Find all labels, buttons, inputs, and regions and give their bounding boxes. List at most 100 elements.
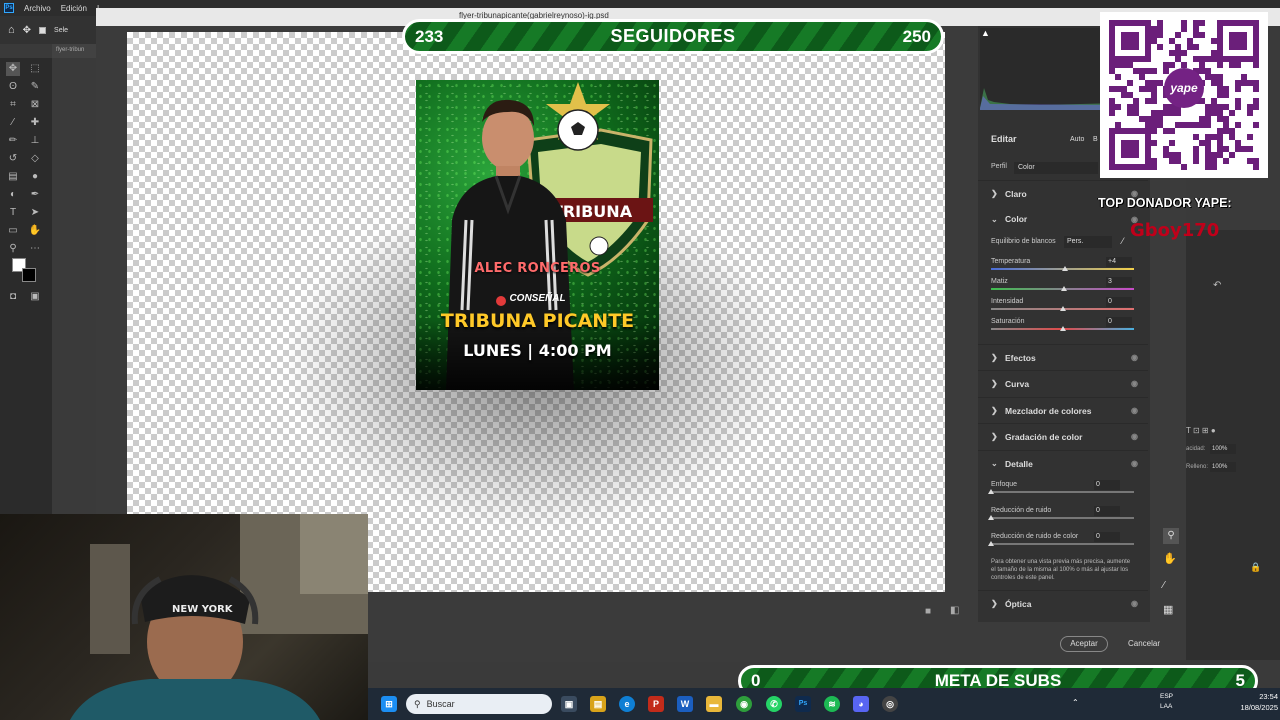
pdf-icon[interactable]: P xyxy=(648,696,664,712)
search-placeholder: Buscar xyxy=(426,699,455,709)
windows-start-icon[interactable]: ⊞ xyxy=(381,696,397,712)
grid-toggle-icon[interactable]: ▦ xyxy=(1163,603,1173,616)
slider-track[interactable] xyxy=(991,491,1134,493)
sampler-tool-icon[interactable]: ⁄ xyxy=(1163,580,1165,591)
slider-value-input[interactable]: 0 xyxy=(1094,480,1120,490)
taskbar-clock[interactable]: 23:54 18/08/2025 xyxy=(1222,691,1278,713)
path-select-icon[interactable]: ➤ xyxy=(28,206,42,220)
webcam-feed: NEW YORK xyxy=(0,514,368,720)
slider-value-input[interactable]: 0 xyxy=(1094,532,1120,542)
slider-thumb[interactable] xyxy=(988,489,994,494)
section-detalle[interactable]: ⌄ Detalle ◉ xyxy=(978,450,1148,476)
document-tab[interactable]: flyer-tribun xyxy=(52,44,100,58)
chrome-icon[interactable]: ◉ xyxy=(736,696,752,712)
profile-select[interactable]: Color xyxy=(1014,162,1098,174)
obs-icon[interactable]: ◎ xyxy=(882,696,898,712)
pen-icon[interactable]: ✒ xyxy=(28,188,42,202)
gradient-icon[interactable]: ▤ xyxy=(6,170,20,184)
white-balance-eyedropper-icon[interactable]: ⁄ xyxy=(1122,236,1124,246)
eye-icon[interactable]: ◉ xyxy=(1131,406,1138,415)
zoom-icon[interactable]: ⚲ xyxy=(6,242,20,256)
fill-value[interactable]: 100% xyxy=(1210,462,1236,472)
section-curva[interactable]: ❯ Curva ◉ xyxy=(978,370,1148,396)
eyedropper-icon[interactable]: ⁄ xyxy=(6,116,20,130)
cancel-button[interactable]: Cancelar xyxy=(1122,636,1166,652)
type-tool-icon[interactable]: T xyxy=(6,206,20,220)
healing-brush-icon[interactable]: ✚ xyxy=(28,116,42,130)
accept-button[interactable]: Aceptar xyxy=(1060,636,1108,652)
white-balance-select[interactable]: Pers. xyxy=(1064,236,1112,248)
slider-track[interactable] xyxy=(991,543,1134,545)
auto-button[interactable]: Auto xyxy=(1070,136,1084,143)
slider-track[interactable] xyxy=(991,517,1134,519)
slider-value-input[interactable]: 0 xyxy=(1106,317,1132,327)
history-icon[interactable]: ↶ xyxy=(1213,280,1221,291)
stamp-icon[interactable]: ⊥ xyxy=(28,134,42,148)
slider-thumb[interactable] xyxy=(1060,306,1066,311)
home-icon[interactable]: ⌂ xyxy=(8,24,15,36)
slider-value-input[interactable]: 0 xyxy=(1106,297,1132,307)
menu-archivo[interactable]: Archivo xyxy=(24,4,51,13)
slider-value-input[interactable]: 0 xyxy=(1094,506,1120,516)
spotify-icon[interactable]: ≋ xyxy=(824,696,840,712)
compare-view-icon[interactable]: ◧ xyxy=(950,605,959,616)
move-tool-icon[interactable]: ✥ xyxy=(6,62,20,76)
menu-edicion[interactable]: Edición xyxy=(61,4,87,13)
marquee-tool-icon[interactable]: ⬚ xyxy=(28,62,42,76)
taskbar-search[interactable]: ⚲ Buscar xyxy=(406,694,552,714)
chevron-right-icon: ❯ xyxy=(991,189,998,198)
hand-tool-icon[interactable]: ✋ xyxy=(1163,552,1177,565)
slider-thumb[interactable] xyxy=(1061,286,1067,291)
tray-chevron-icon[interactable]: ⌃ xyxy=(1072,698,1079,707)
magic-wand-icon[interactable]: ✎ xyxy=(28,80,42,94)
slider-value-input[interactable]: 3 xyxy=(1106,277,1132,287)
single-view-icon[interactable]: ■ xyxy=(925,606,931,617)
eye-icon[interactable]: ◉ xyxy=(1131,353,1138,362)
rectangle-icon[interactable]: ▭ xyxy=(6,224,20,238)
eye-icon[interactable]: ◉ xyxy=(1131,459,1138,468)
type-filter-icon[interactable]: T ⊡ ⊞ ● xyxy=(1186,426,1216,435)
slider-value-input[interactable]: +4 xyxy=(1106,257,1132,267)
folder-icon[interactable]: ▬ xyxy=(706,696,722,712)
lasso-tool-icon[interactable]: ʘ xyxy=(6,80,20,94)
section-gradacion[interactable]: ❯ Gradación de color ◉ xyxy=(978,423,1148,449)
slider-thumb[interactable] xyxy=(988,515,994,520)
task-view-icon[interactable]: ▣ xyxy=(561,696,577,712)
section-efectos[interactable]: ❯ Efectos ◉ xyxy=(978,344,1148,370)
screen-mode-icon[interactable]: ▣ xyxy=(28,290,42,304)
quick-mask-icon[interactable]: ◘ xyxy=(6,290,20,304)
eraser-icon[interactable]: ◇ xyxy=(28,152,42,166)
photoshop-taskbar-icon[interactable]: Ps xyxy=(795,696,811,712)
opacity-value[interactable]: 100% xyxy=(1210,444,1236,454)
eye-icon[interactable]: ◉ xyxy=(1131,432,1138,441)
history-brush-icon[interactable]: ↺ xyxy=(6,152,20,166)
slider-thumb[interactable] xyxy=(1062,266,1068,271)
hand-tool-icon[interactable]: ✋ xyxy=(28,224,42,238)
discord-icon[interactable]: ◕ xyxy=(853,696,869,712)
slider-thumb[interactable] xyxy=(988,541,994,546)
slider-thumb[interactable] xyxy=(1060,326,1066,331)
word-icon[interactable]: W xyxy=(677,696,693,712)
auto-select-checkbox[interactable] xyxy=(39,26,47,34)
edge-icon[interactable]: e xyxy=(619,696,635,712)
eye-icon[interactable]: ◉ xyxy=(1131,379,1138,388)
brush-icon[interactable]: ✏ xyxy=(6,134,20,148)
zoom-tool-icon[interactable]: ⚲ xyxy=(1163,528,1179,544)
frame-tool-icon[interactable]: ⊠ xyxy=(28,98,42,112)
crop-tool-icon[interactable]: ⌗ xyxy=(6,98,20,112)
move-tool-icon[interactable]: ✥ xyxy=(23,25,31,36)
section-optica[interactable]: ❯ Óptica ◉ xyxy=(978,590,1148,616)
clipping-warning-icon[interactable]: ▲ xyxy=(981,28,990,38)
more-tools-icon[interactable]: ⋯ xyxy=(28,242,42,256)
whatsapp-icon[interactable]: ✆ xyxy=(766,696,782,712)
eye-icon[interactable]: ◉ xyxy=(1131,599,1138,608)
followers-label: SEGUIDORES xyxy=(610,26,736,46)
bw-button[interactable]: B xyxy=(1093,136,1098,143)
dodge-icon[interactable]: ◐ xyxy=(6,188,20,202)
section-mezclador[interactable]: ❯ Mezclador de colores ◉ xyxy=(978,397,1148,423)
language-indicator[interactable]: ESP LAA xyxy=(1160,692,1173,712)
blur-icon[interactable]: ● xyxy=(28,170,42,184)
background-color-swatch[interactable] xyxy=(22,268,36,282)
lock-icon[interactable]: 🔒 xyxy=(1250,562,1261,573)
file-explorer-icon[interactable]: ▤ xyxy=(590,696,606,712)
